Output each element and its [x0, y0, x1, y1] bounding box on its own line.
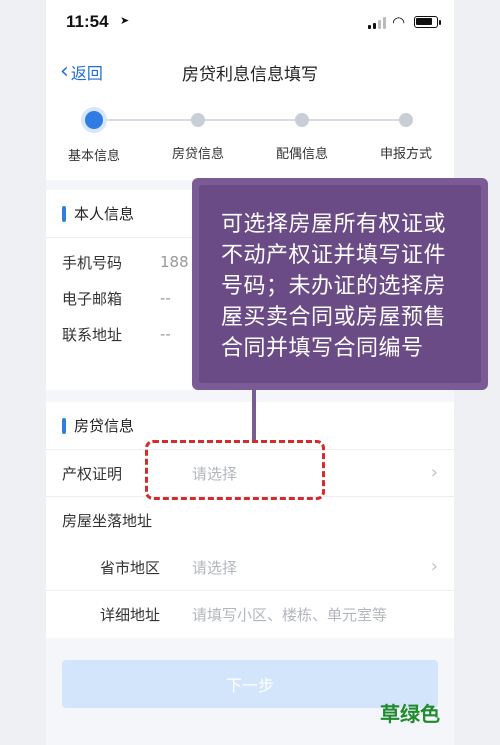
section-title: 房贷信息 [74, 417, 135, 435]
region-select[interactable]: 省市地区 请选择 › [46, 544, 454, 591]
house-address-row: 房屋坐落地址 [46, 497, 454, 544]
step-label: 房贷信息 [171, 147, 224, 162]
step-dot-active [85, 111, 103, 129]
phone-value: 188 [160, 253, 189, 271]
left-margin [0, 0, 46, 745]
email-value: -- [160, 289, 171, 307]
page-title: 房贷利息信息填写 [182, 65, 318, 85]
detail-address-label: 详细地址 [100, 606, 161, 624]
callout-panel: 可选择房屋所有权证或不动产权证并填写证件号码；未办证的选择房屋买卖合同或房屋预售… [199, 185, 481, 383]
callout-connector [252, 390, 256, 440]
house-address-label: 房屋坐落地址 [62, 512, 153, 530]
location-icon: ➤ [120, 14, 130, 27]
step-declare-method: 申报方式 [361, 110, 451, 162]
nav-bar: ‹ 返回 房贷利息信息填写 [46, 46, 454, 96]
battery-tip [439, 20, 441, 25]
step-label: 配偶信息 [275, 147, 328, 162]
wifi-icon: ◠ [392, 13, 406, 31]
signal-icon [368, 17, 388, 29]
email-label: 电子邮箱 [62, 289, 123, 308]
watermark-text: 草绿色 [380, 702, 440, 726]
detail-address-field[interactable]: 详细地址 请填写小区、楼栋、单元室等 [46, 591, 454, 638]
detail-address-placeholder: 请填写小区、楼栋、单元室等 [192, 606, 388, 624]
address-label: 联系地址 [62, 325, 123, 344]
steps-line [94, 119, 406, 121]
step-dot [191, 113, 205, 127]
region-placeholder: 请选择 [192, 558, 238, 577]
step-label: 申报方式 [379, 147, 432, 162]
battery-icon [414, 16, 438, 28]
section-marker [62, 205, 66, 222]
annotation-callout: 可选择房屋所有权证或不动产权证并填写证件号码；未办证的选择房屋买卖合同或房屋预售… [192, 178, 488, 390]
section-title: 本人信息 [74, 205, 135, 223]
step-dot [295, 113, 309, 127]
section-marker [62, 417, 66, 434]
highlight-dashed-box [145, 440, 325, 500]
step-dot [399, 113, 413, 127]
step-basic-info: 基本信息 [49, 110, 139, 164]
step-spouse-info: 配偶信息 [257, 110, 347, 162]
region-label: 省市地区 [100, 558, 161, 577]
status-time: 11:54 [66, 12, 109, 31]
chevron-right-icon: › [430, 462, 438, 483]
callout-text: 可选择房屋所有权证或不动产权证并填写证件号码；未办证的选择房屋买卖合同或房屋预售… [221, 212, 447, 361]
loan-info-card: 房贷信息 产权证明 请选择 › 房屋坐落地址 省市地区 请选择 › 详细地址 请… [46, 402, 454, 638]
address-value: -- [160, 325, 171, 343]
step-label: 基本信息 [67, 149, 120, 164]
step-loan-info: 房贷信息 [153, 110, 243, 162]
chevron-right-icon: › [430, 556, 438, 577]
status-bar: 11:54 ➤ ◠ [46, 0, 454, 46]
progress-steps: 基本信息 房贷信息 配偶信息 申报方式 [46, 96, 454, 180]
phone-label: 手机号码 [62, 253, 123, 272]
